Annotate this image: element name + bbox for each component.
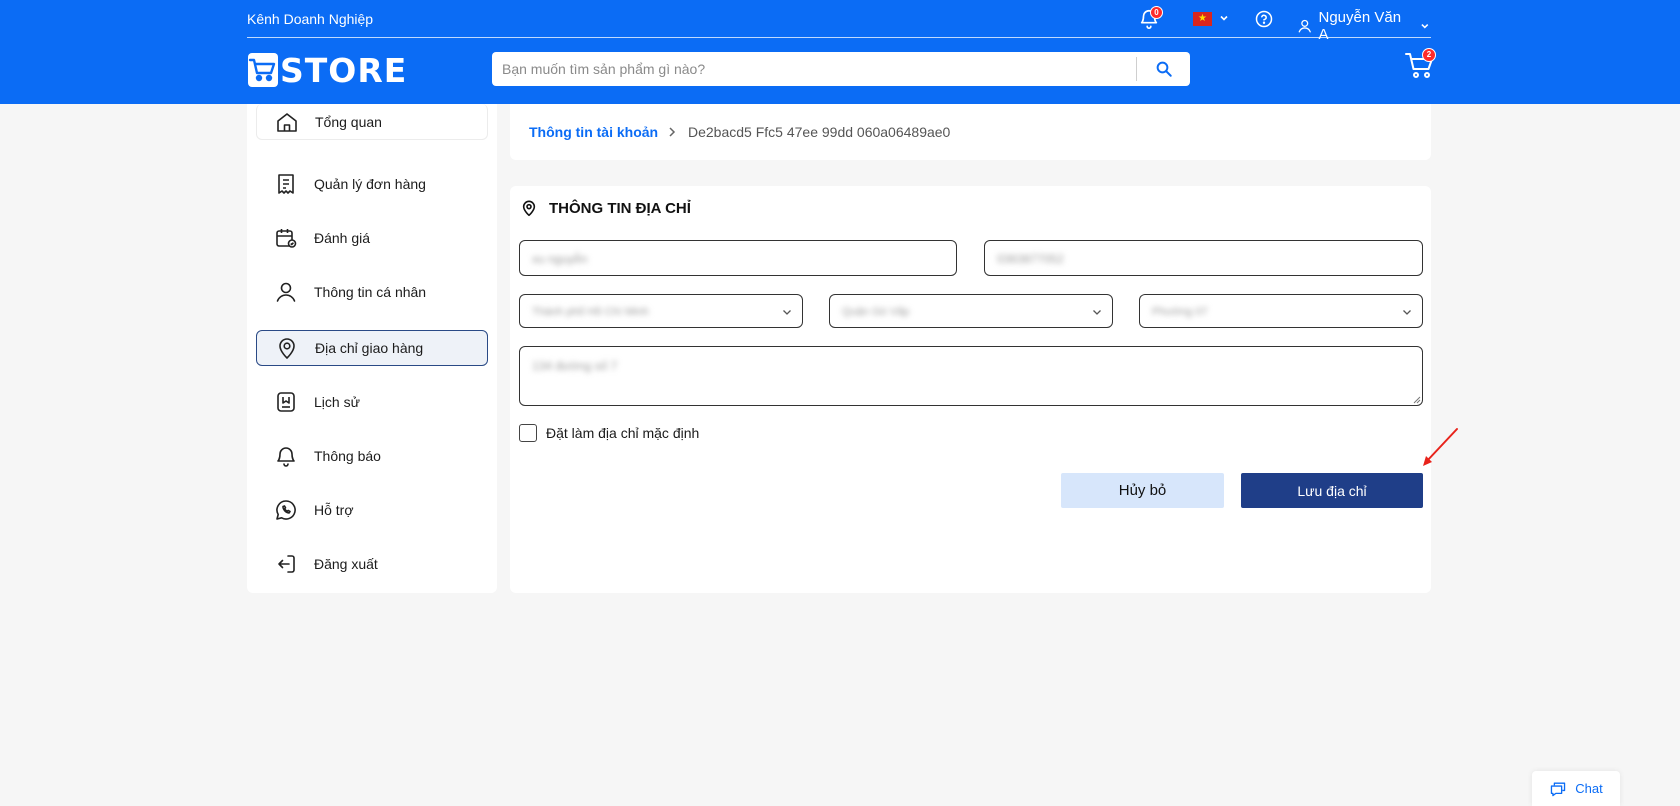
logo-cart-icon	[248, 53, 278, 87]
default-address-checkbox[interactable]: Đặt làm địa chỉ mặc định	[519, 424, 699, 442]
sidebar-item-label: Đăng xuất	[314, 556, 378, 572]
phone-field[interactable]: 0363877052	[984, 240, 1423, 276]
sidebar-item-orders[interactable]: Quản lý đơn hàng	[256, 166, 488, 202]
sidebar-item-label: Thông tin cá nhân	[314, 284, 427, 300]
street-address-textarea[interactable]: 134 đường số 7	[519, 346, 1423, 406]
calendar-review-icon	[274, 226, 298, 250]
sidebar-item-label: Lịch sử	[314, 394, 360, 410]
chevron-down-icon	[1421, 23, 1429, 29]
ward-select[interactable]: Phường 07	[1139, 294, 1423, 328]
sidebar-item-label: Quản lý đơn hàng	[314, 176, 426, 192]
sidebar-item-support[interactable]: Hỗ trợ	[256, 492, 488, 528]
sidebar-item-shipping-address[interactable]: Địa chỉ giao hàng	[256, 330, 488, 366]
ward-value: Phường 07	[1152, 306, 1208, 318]
search-input[interactable]	[492, 52, 1136, 86]
breadcrumb-current: De2bacd5 Ffc5 47ee 99dd 060a06489ae0	[688, 124, 951, 140]
location-pin-icon	[275, 336, 299, 360]
search-icon	[1156, 61, 1172, 77]
sidebar-item-notifications[interactable]: Thông báo	[256, 438, 488, 474]
sidebar-item-logout[interactable]: Đăng xuất	[256, 546, 488, 582]
full-name-value: xu nguyễn	[532, 252, 588, 266]
chevron-down-icon[interactable]	[1218, 12, 1230, 24]
store-logo[interactable]: STORE	[248, 51, 406, 90]
chat-button[interactable]: Chat	[1532, 771, 1620, 806]
breadcrumb: Thông tin tài khoản De2bacd5 Ffc5 47ee 9…	[510, 104, 1431, 160]
district-select[interactable]: Quận Gò Vấp	[829, 294, 1113, 328]
form-header: THÔNG TIN ĐỊA CHỈ	[521, 199, 691, 217]
user-menu[interactable]: Nguyễn Văn A	[1297, 9, 1431, 43]
default-address-label: Đặt làm địa chỉ mặc định	[546, 425, 700, 441]
city-select[interactable]: Thành phố Hồ Chí Minh	[519, 294, 803, 328]
phone-value: 0363877052	[997, 252, 1064, 266]
sidebar-item-personal-info[interactable]: Thông tin cá nhân	[256, 274, 488, 310]
chevron-down-icon	[1403, 310, 1411, 315]
history-icon	[274, 390, 298, 414]
chat-icon	[1551, 782, 1566, 796]
vietnam-flag-icon[interactable]: ★	[1193, 12, 1212, 26]
search-bar	[492, 52, 1190, 86]
help-icon[interactable]	[1255, 10, 1273, 28]
chat-label: Chat	[1575, 781, 1603, 796]
home-icon	[275, 110, 299, 134]
chevron-down-icon	[1093, 310, 1101, 315]
sidebar-item-history[interactable]: Lịch sử	[256, 384, 488, 420]
user-icon	[1298, 19, 1311, 33]
full-name-field[interactable]: xu nguyễn	[519, 240, 957, 276]
user-icon	[274, 280, 298, 304]
cart-button[interactable]: 2	[1404, 48, 1436, 80]
notification-bell-icon[interactable]: 0	[1138, 6, 1163, 30]
city-value: Thành phố Hồ Chí Minh	[532, 306, 649, 318]
logo-text: STORE	[280, 50, 408, 90]
logout-icon	[274, 552, 298, 576]
cart-count-badge: 2	[1422, 48, 1436, 62]
sidebar: Tổng quan Quản lý đơn hàng Đánh giá Thôn…	[247, 104, 497, 593]
district-value: Quận Gò Vấp	[842, 306, 910, 318]
location-pin-icon	[522, 200, 536, 217]
top-bar: Kênh Doanh Nghiệp 0 ★ Nguyễn Văn A	[247, 0, 1431, 43]
sidebar-item-label: Tổng quan	[315, 113, 382, 130]
form-title: THÔNG TIN ĐỊA CHỈ	[549, 199, 691, 217]
search-button[interactable]	[1137, 52, 1190, 86]
checkbox-box[interactable]	[519, 424, 537, 442]
sidebar-item-reviews[interactable]: Đánh giá	[256, 220, 488, 256]
annotation-arrow-icon	[1423, 428, 1458, 466]
save-address-button[interactable]: Lưu địa chỉ	[1241, 473, 1423, 508]
chevron-down-icon	[783, 310, 791, 315]
address-form: THÔNG TIN ĐỊA CHỈ xu nguyễn 0363877052 T…	[510, 186, 1431, 593]
cancel-button[interactable]: Hủy bỏ	[1061, 473, 1224, 508]
phone-support-icon	[274, 498, 298, 522]
user-name: Nguyễn Văn A	[1318, 9, 1402, 43]
chevron-right-icon	[669, 127, 676, 137]
sidebar-item-label: Địa chỉ giao hàng	[315, 340, 424, 356]
sidebar-item-label: Hỗ trợ	[314, 502, 354, 518]
sidebar-item-label: Thông báo	[314, 448, 381, 464]
resize-grip-icon[interactable]	[1413, 396, 1421, 404]
business-channel-link[interactable]: Kênh Doanh Nghiệp	[247, 11, 373, 27]
header: Kênh Doanh Nghiệp 0 ★ Nguyễn Văn A STORE	[0, 0, 1680, 104]
street-address-value: 134 đường số 7	[532, 359, 618, 373]
receipt-icon	[274, 172, 298, 196]
notification-count-badge: 0	[1150, 6, 1163, 19]
bell-icon	[274, 444, 298, 468]
breadcrumb-parent-link[interactable]: Thông tin tài khoản	[529, 124, 658, 140]
sidebar-item-overview[interactable]: Tổng quan	[256, 104, 488, 140]
sidebar-item-label: Đánh giá	[314, 230, 371, 246]
